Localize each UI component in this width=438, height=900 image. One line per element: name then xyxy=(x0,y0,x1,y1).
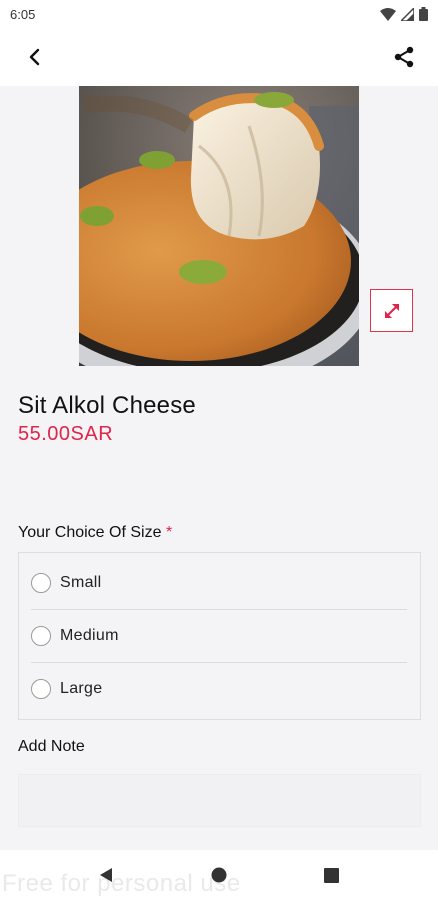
nav-recents-button[interactable] xyxy=(312,855,352,895)
home-circle-icon xyxy=(211,867,227,883)
share-button[interactable] xyxy=(386,39,422,75)
note-section-title: Add Note xyxy=(18,738,85,755)
product-price: 55.00SAR xyxy=(18,423,114,445)
size-option-large[interactable]: Large xyxy=(19,663,420,715)
size-option-label: Small xyxy=(60,574,102,591)
wifi-icon xyxy=(380,7,396,21)
radio-button[interactable] xyxy=(31,573,51,593)
back-arrow-icon xyxy=(29,48,40,66)
battery-icon xyxy=(419,7,428,21)
app-bar xyxy=(0,28,438,86)
kunafa-photo xyxy=(79,86,359,366)
radio-button[interactable] xyxy=(31,679,51,699)
product-detail: Sit Alkol Cheese 55.00SAR Your Choice Of… xyxy=(0,86,438,850)
size-option-medium[interactable]: Medium xyxy=(19,610,420,662)
status-time: 6:05 xyxy=(10,6,36,22)
signal-icon xyxy=(401,7,414,21)
product-name: Sit Alkol Cheese xyxy=(18,392,196,419)
size-section-label: Your Choice Of Size xyxy=(18,524,162,541)
nav-back-button[interactable] xyxy=(86,855,126,895)
system-nav-bar xyxy=(0,850,438,900)
note-input[interactable] xyxy=(18,774,421,827)
radio-button[interactable] xyxy=(31,626,51,646)
size-option-label: Medium xyxy=(60,627,119,644)
size-option-label: Large xyxy=(60,680,103,697)
required-mark: * xyxy=(165,524,173,541)
expand-arrows-icon xyxy=(384,303,399,318)
expand-image-button[interactable] xyxy=(370,289,413,332)
size-section-title: Your Choice Of Size * xyxy=(18,524,172,542)
status-icons xyxy=(380,7,428,21)
back-button[interactable] xyxy=(16,39,52,75)
status-bar: 6:05 xyxy=(0,0,438,28)
share-icon xyxy=(394,46,414,68)
product-image xyxy=(79,86,359,366)
size-option-small[interactable]: Small xyxy=(19,557,420,609)
size-options: Small Medium Large xyxy=(18,552,421,720)
back-triangle-icon xyxy=(100,868,113,882)
nav-home-button[interactable] xyxy=(199,855,239,895)
recents-square-icon xyxy=(324,867,340,883)
